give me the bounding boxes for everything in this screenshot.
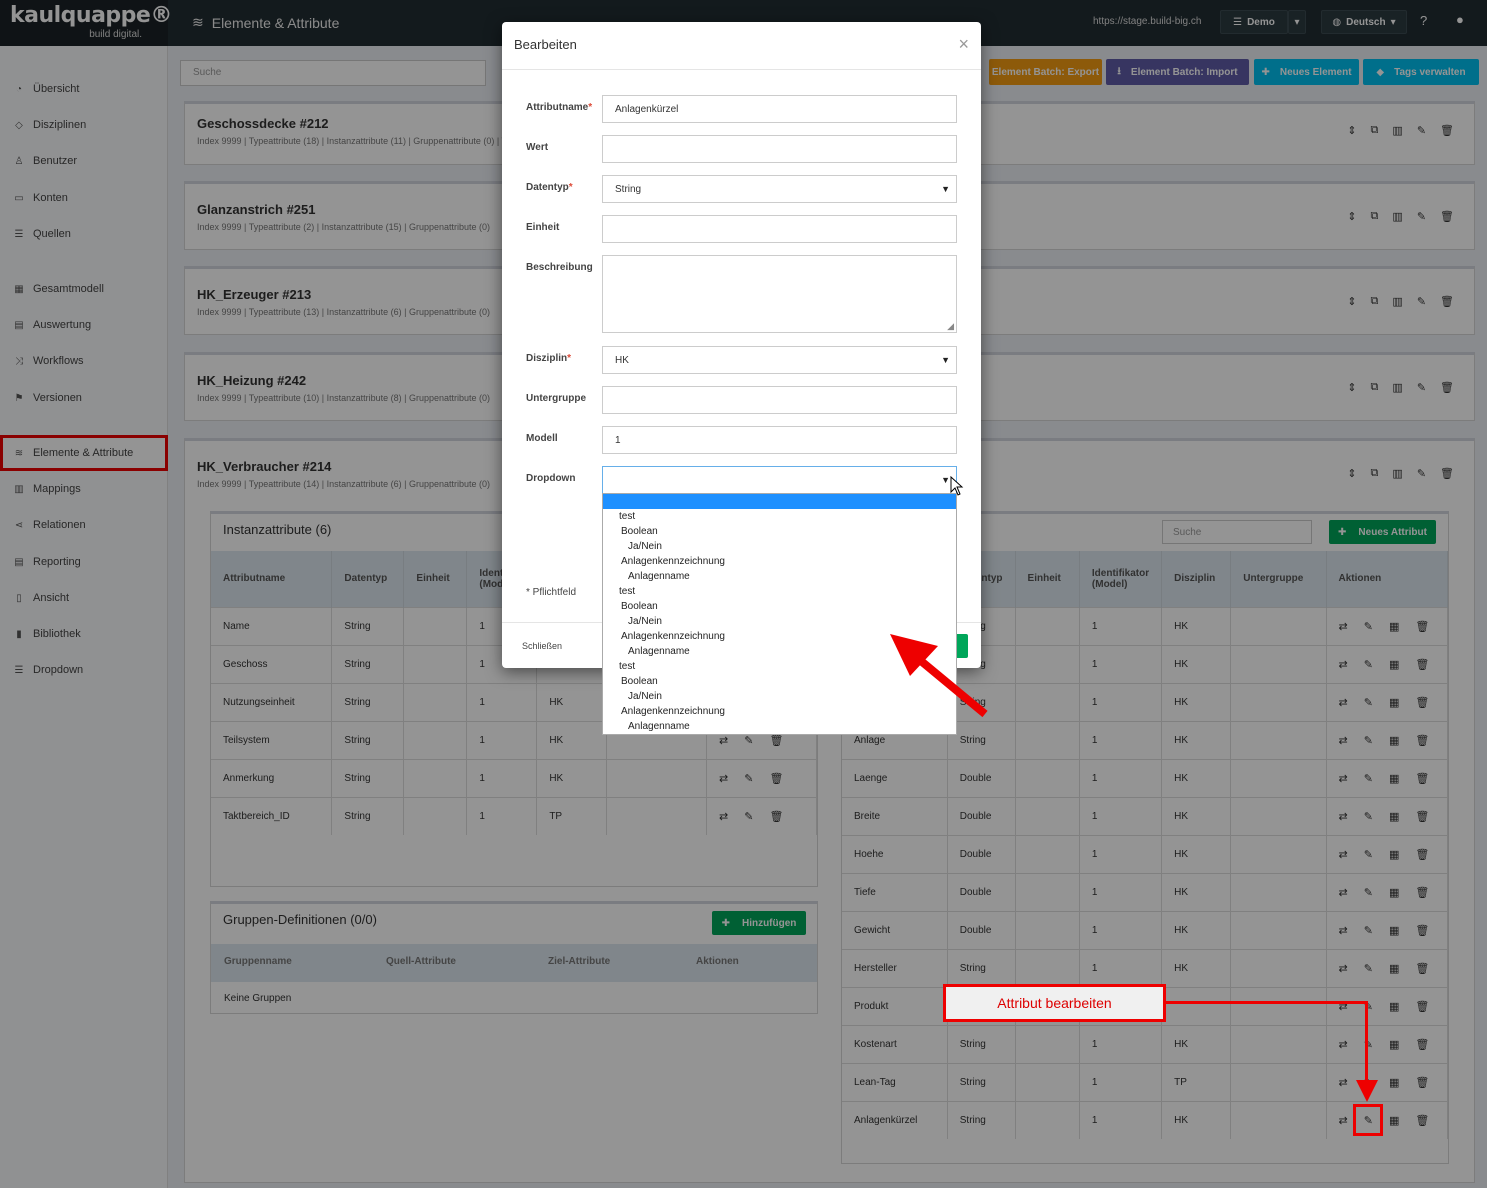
dropdown-select[interactable]: ▼ — [602, 466, 957, 494]
untergruppe-label: Untergruppe — [526, 393, 586, 404]
datentyp-label: Datentyp* — [526, 182, 573, 193]
wert-label: Wert — [526, 142, 549, 153]
resize-handle-icon[interactable]: ◢ — [947, 321, 954, 332]
required-note: * Pflichtfeld — [526, 587, 577, 598]
close-icon[interactable]: × — [958, 34, 969, 55]
dropdown-option[interactable]: Anlagenkennzeichnung — [603, 554, 956, 569]
attributname-field[interactable]: Anlagenkürzel — [602, 95, 957, 123]
datentyp-select[interactable]: String ▼ — [602, 175, 957, 203]
annotation-line — [1365, 1003, 1368, 1083]
dropdown-option[interactable]: Boolean — [603, 599, 956, 614]
caret-down-icon: ▼ — [941, 475, 950, 485]
annotation-arrowhead-icon — [1356, 1080, 1378, 1102]
attributname-label: Attributname* — [526, 102, 593, 113]
modell-field[interactable]: 1 — [602, 426, 957, 454]
dropdown-option[interactable]: test — [603, 509, 956, 524]
wert-field[interactable] — [602, 135, 957, 163]
red-arrow-icon — [890, 634, 988, 718]
modell-label: Modell — [526, 433, 558, 444]
dropdown-option[interactable]: test — [603, 584, 956, 599]
dropdown-option-empty[interactable] — [603, 494, 956, 509]
disziplin-select[interactable]: HK ▼ — [602, 346, 957, 374]
disziplin-label: Disziplin* — [526, 353, 572, 364]
beschreibung-label: Beschreibung — [526, 262, 593, 273]
dropdown-label: Dropdown — [526, 473, 576, 484]
modal-title: Bearbeiten — [514, 37, 577, 52]
caret-down-icon: ▼ — [941, 184, 950, 194]
edit-button-highlight — [1353, 1104, 1383, 1136]
annotation-line — [1166, 1001, 1368, 1004]
dropdown-option[interactable]: Boolean — [603, 524, 956, 539]
untergruppe-field[interactable] — [602, 386, 957, 414]
mouse-cursor-icon — [950, 476, 964, 496]
beschreibung-textarea[interactable]: ◢ — [602, 255, 957, 333]
annotation-callout: Attribut bearbeiten — [943, 984, 1166, 1022]
dropdown-option[interactable]: Anlagenname — [603, 569, 956, 584]
dropdown-option[interactable]: Ja/Nein — [603, 539, 956, 554]
close-button[interactable]: Schließen — [522, 641, 562, 651]
einheit-label: Einheit — [526, 222, 560, 233]
caret-down-icon: ▼ — [941, 355, 950, 365]
modal-header: Bearbeiten × — [502, 22, 981, 70]
einheit-field[interactable] — [602, 215, 957, 243]
